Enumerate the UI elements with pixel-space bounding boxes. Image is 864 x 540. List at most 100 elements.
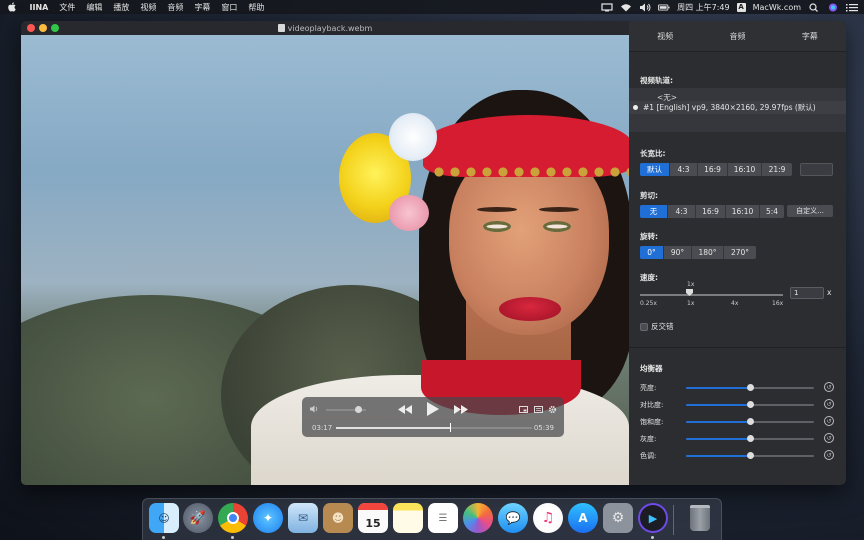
menu-video[interactable]: 视频 [135, 2, 162, 13]
close-button[interactable] [27, 24, 35, 32]
volume-status-icon[interactable] [639, 3, 651, 12]
equalizer-slider[interactable] [686, 452, 814, 459]
aspect-ratio-segmented: 默认 4:3 16:9 16:10 21:9 [640, 163, 792, 176]
tab-subtitles[interactable]: 字幕 [774, 31, 846, 42]
play-button[interactable] [425, 402, 441, 416]
trash-icon[interactable] [685, 503, 715, 533]
finder-icon[interactable]: ☺ [149, 503, 179, 533]
apple-menu-icon[interactable] [0, 0, 24, 14]
menu-audio[interactable]: 音频 [162, 2, 189, 13]
aspect-option-16-9[interactable]: 16:9 [698, 163, 728, 176]
siri-icon[interactable] [827, 3, 839, 12]
checkbox-icon[interactable] [640, 322, 648, 331]
seek-bar[interactable] [336, 423, 532, 432]
messages-icon[interactable]: 💬 [498, 503, 528, 533]
menu-window[interactable]: 窗口 [216, 2, 243, 13]
menu-playback[interactable]: 播放 [108, 2, 135, 13]
settings-gear-icon[interactable] [547, 402, 557, 416]
equalizer-row: 色调: ↺ [629, 450, 846, 462]
volume-slider-knob[interactable] [354, 406, 362, 413]
calendar-icon[interactable]: 15 [358, 503, 388, 533]
total-time: 05:39 [533, 424, 554, 432]
window-title: videoplayback.webm [287, 23, 373, 33]
reset-icon[interactable]: ↺ [824, 416, 834, 426]
crop-option-16-9[interactable]: 16:9 [696, 205, 726, 218]
safari-icon[interactable]: ✦ [253, 503, 283, 533]
input-source-icon[interactable]: A [736, 2, 746, 12]
minimize-button[interactable] [39, 24, 47, 32]
equalizer-slider[interactable] [686, 384, 814, 391]
app-store-icon[interactable]: A [568, 503, 598, 533]
menu-app-name[interactable]: IINA [24, 3, 54, 12]
mail-icon[interactable]: ✉ [288, 503, 318, 533]
tab-audio[interactable]: 音频 [701, 31, 773, 42]
rotate-option-0[interactable]: 0° [640, 246, 664, 259]
dock-separator [673, 505, 674, 535]
equalizer-slider-knob[interactable] [746, 435, 754, 442]
iina-icon[interactable]: ▶ [638, 503, 668, 533]
display-mirror-icon[interactable] [601, 2, 613, 12]
reset-icon[interactable]: ↺ [824, 382, 834, 392]
title-bar[interactable]: videoplayback.webm [21, 21, 629, 35]
menu-edit[interactable]: 编辑 [81, 2, 108, 13]
aspect-custom-field[interactable] [800, 163, 833, 176]
video-track-list[interactable]: <无> #1 [English] vp9, 3840×2160, 29.97fp… [629, 88, 846, 132]
deinterlace-checkbox[interactable]: 反交错 [640, 321, 674, 332]
aspect-option-4-3[interactable]: 4:3 [670, 163, 698, 176]
equalizer-slider-knob[interactable] [746, 401, 754, 408]
track-item-selected[interactable]: #1 [English] vp9, 3840×2160, 29.97fps (默… [629, 101, 846, 114]
equalizer-slider-knob[interactable] [746, 384, 754, 391]
equalizer-slider-knob[interactable] [746, 452, 754, 459]
itunes-icon[interactable]: ♫ [533, 503, 563, 533]
tab-video[interactable]: 视频 [629, 31, 701, 42]
menu-file[interactable]: 文件 [54, 2, 81, 13]
reset-icon[interactable]: ↺ [824, 450, 834, 460]
aspect-option-default[interactable]: 默认 [640, 163, 670, 176]
rotate-option-90[interactable]: 90° [664, 246, 692, 259]
seek-bar-playhead[interactable] [449, 423, 452, 432]
menu-subtitles[interactable]: 字幕 [189, 2, 216, 13]
chrome-icon[interactable] [218, 503, 248, 533]
rotate-option-180[interactable]: 180° [692, 246, 724, 259]
crop-option-none[interactable]: 无 [640, 205, 668, 218]
wifi-icon[interactable] [620, 3, 632, 12]
menu-help[interactable]: 帮助 [243, 2, 270, 13]
crop-option-5-4[interactable]: 5:4 [760, 205, 784, 218]
notes-icon[interactable] [393, 503, 423, 533]
playlist-icon[interactable] [533, 402, 543, 416]
equalizer-slider-knob[interactable] [746, 418, 754, 425]
picture-in-picture-icon[interactable] [518, 402, 528, 416]
rotate-option-270[interactable]: 270° [724, 246, 756, 259]
equalizer-slider[interactable] [686, 418, 814, 425]
crop-option-16-10[interactable]: 16:10 [726, 205, 760, 218]
zoom-button[interactable] [51, 24, 59, 32]
equalizer-slider[interactable] [686, 401, 814, 408]
equalizer-slider[interactable] [686, 435, 814, 442]
speed-input[interactable]: 1 [790, 287, 824, 299]
document-icon [277, 24, 285, 32]
coin-row [431, 160, 629, 184]
search-icon[interactable] [808, 2, 820, 12]
volume-icon[interactable] [310, 405, 320, 413]
speed-unit: x [827, 288, 832, 297]
reminders-icon[interactable]: ☰ [428, 503, 458, 533]
notification-center-icon[interactable] [846, 3, 858, 12]
photos-icon[interactable] [463, 503, 493, 533]
battery-icon[interactable] [658, 3, 670, 12]
fast-forward-button[interactable] [453, 402, 469, 416]
clock[interactable]: 周四 上午7:49 [677, 2, 730, 13]
reset-icon[interactable]: ↺ [824, 399, 834, 409]
contacts-icon[interactable]: ☻ [323, 503, 353, 533]
system-preferences-icon[interactable]: ⚙ [603, 503, 633, 533]
crop-option-4-3[interactable]: 4:3 [668, 205, 696, 218]
reset-icon[interactable]: ↺ [824, 433, 834, 443]
crop-custom-button[interactable]: 自定义... [787, 205, 833, 217]
speed-slider[interactable] [640, 294, 783, 296]
video-view[interactable]: 03:17 05:39 [21, 35, 629, 485]
rewind-button[interactable] [397, 402, 413, 416]
dock: ☺ 🚀 ✦ ✉ ☻ 15 ☰ 💬 ♫ A ⚙ ▶ [142, 498, 722, 540]
equalizer-slider-fill [686, 404, 750, 406]
launchpad-icon[interactable]: 🚀 [183, 503, 213, 533]
aspect-option-21-9[interactable]: 21:9 [762, 163, 792, 176]
aspect-option-16-10[interactable]: 16:10 [728, 163, 762, 176]
